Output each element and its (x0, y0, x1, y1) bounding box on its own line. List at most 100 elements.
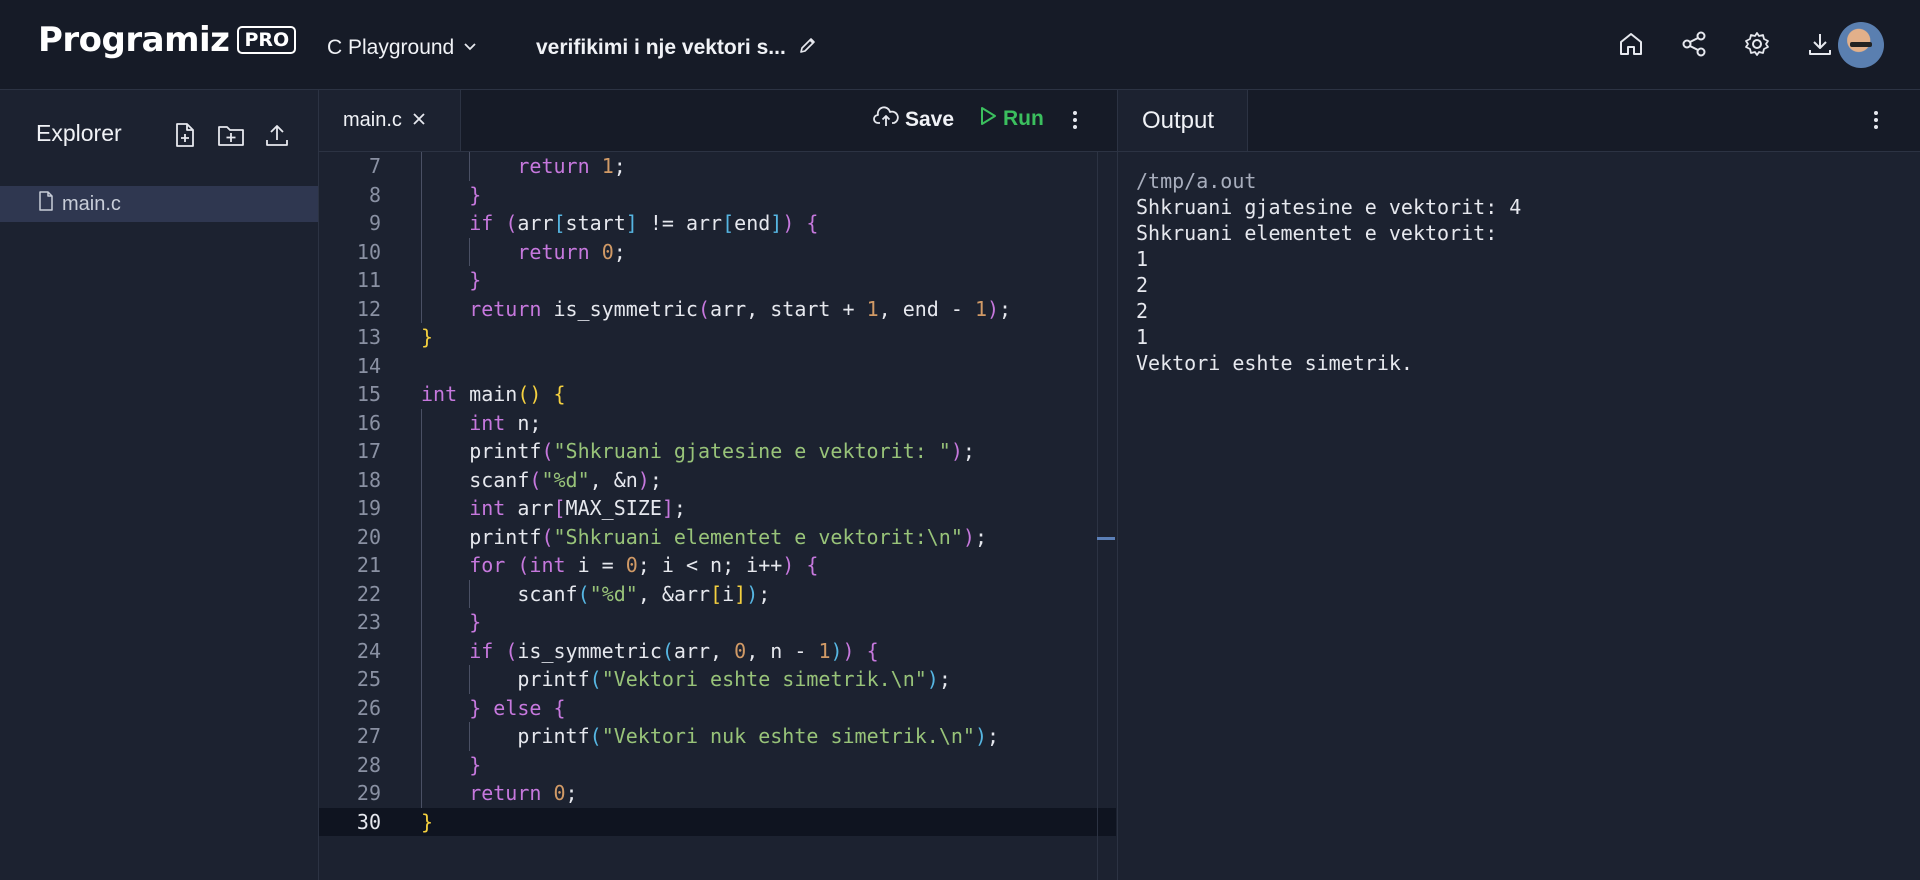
editor-more-menu-icon[interactable] (1071, 108, 1079, 137)
indent-guide (469, 665, 471, 694)
code-editor-panel: main.c Save Run 7 return 1; 8} 9 if (arr[sta… (319, 90, 1118, 880)
line-number: 9 (368, 211, 381, 235)
code-text: printf("Shkruani elementet e vektorit:\n… (469, 524, 987, 549)
line-number: 7 (368, 154, 381, 178)
indent-guide (421, 722, 422, 751)
close-icon[interactable] (412, 109, 426, 132)
download-icon[interactable] (1803, 24, 1836, 64)
tab-output[interactable]: Output (1118, 90, 1248, 151)
code-line[interactable]: 9 if (arr[start] != arr[end]) { (319, 209, 1116, 238)
code-text: } (469, 610, 482, 634)
output-more-menu-icon[interactable] (1872, 108, 1880, 137)
code-text: return 1; (517, 154, 626, 178)
indent-guide (469, 579, 471, 608)
code-text: scanf("%d", &n); (469, 467, 662, 492)
code-line[interactable]: 8} (319, 180, 1116, 209)
code-line[interactable]: 13} (319, 323, 1116, 352)
line-number: 11 (356, 268, 381, 292)
code-line[interactable]: 25 printf("Vektori eshte simetrik.\n"); (319, 665, 1116, 694)
playground-label: C Playground (327, 36, 455, 59)
line-number: 29 (356, 781, 381, 805)
code-line[interactable]: 17 printf("Shkruani gjatesine e vektorit:… (319, 437, 1116, 466)
code-text: scanf("%d", &arr[i]); (517, 581, 771, 606)
new-folder-icon[interactable] (216, 120, 246, 150)
indent-guide (421, 209, 422, 238)
upload-icon[interactable] (262, 120, 292, 150)
code-line[interactable]: 15 int main() { (319, 380, 1116, 409)
code-line[interactable]: 22 scanf("%d", &arr[i]); (319, 579, 1116, 608)
output-tab-bar: Output (1118, 90, 1920, 152)
editor-scrollbar[interactable] (1097, 152, 1098, 880)
cloud-upload-icon (873, 106, 899, 134)
home-icon[interactable] (1614, 24, 1647, 64)
line-number: 16 (356, 410, 381, 435)
code-line[interactable]: 29 return 0; (319, 779, 1116, 808)
code-text: if (is_symmetric(arr, 0, n - 1)) { (469, 638, 879, 663)
line-number: 14 (356, 353, 381, 378)
save-button[interactable]: Save (873, 106, 954, 134)
indent-guide (421, 294, 422, 323)
code-line[interactable]: 14 (319, 352, 1116, 381)
code-line[interactable]: 18 scanf("%d", &n); (319, 465, 1116, 494)
indent-guide (469, 152, 471, 181)
code-line[interactable]: 26} else { (319, 693, 1116, 722)
project-title[interactable]: verifikimi i nje vektori s... (536, 30, 818, 66)
new-file-icon[interactable] (170, 120, 200, 150)
output-line: Vektori eshte simetrik. (1136, 351, 1413, 375)
programiz-logo[interactable]: Programiz PRO (38, 16, 297, 64)
line-number: 23 (356, 610, 381, 634)
share-icon[interactable] (1677, 24, 1710, 64)
output-console[interactable]: /tmp/a.out Shkruani gjatesine e vektorit:… (1136, 168, 1521, 376)
line-number: 19 (356, 496, 381, 520)
line-number: 30 (356, 809, 381, 834)
file-icon (38, 191, 54, 217)
code-text: } (469, 752, 482, 777)
code-line[interactable]: 20 printf("Shkruani elementet e vektorit:… (319, 522, 1116, 551)
code-line[interactable]: 12 return is_symmetric(arr, start + 1, en… (319, 294, 1116, 323)
code-line[interactable]: 24 if (is_symmetric(arr, 0, n - 1)) { (319, 636, 1116, 665)
tab-label: main.c (343, 109, 402, 131)
code-line[interactable]: 27 printf("Vektori nuk eshte simetrik.\n"… (319, 722, 1116, 751)
code-line[interactable]: 23} (319, 608, 1116, 637)
indent-guide (421, 408, 422, 437)
file-item-main-c[interactable]: main.c (0, 186, 318, 222)
line-number: 26 (356, 695, 381, 720)
explorer-panel: Explorer main.c (0, 90, 319, 880)
edit-pencil-icon[interactable] (798, 35, 818, 61)
code-line[interactable]: 10 return 0; (319, 237, 1116, 266)
line-number: 22 (356, 581, 381, 606)
indent-guide (469, 722, 471, 751)
indent-guide (421, 750, 422, 779)
output-line: Shkruani gjatesine e vektorit: 4 (1136, 195, 1522, 219)
code-area[interactable]: 7 return 1; 8} 9 if (arr[start] != arr[end])… (319, 152, 1116, 880)
code-text: return is_symmetric(arr, start + 1, end … (469, 296, 1012, 321)
code-text: } (469, 182, 482, 207)
line-number: 20 (356, 524, 381, 549)
line-number: 18 (356, 467, 381, 492)
code-line[interactable]: 16 int n; (319, 408, 1116, 437)
code-line[interactable]: 11} (319, 266, 1116, 295)
file-name: main.c (62, 192, 121, 215)
playground-selector[interactable]: C Playground (327, 30, 478, 66)
indent-guide (421, 152, 422, 181)
code-text: printf("Shkruani gjatesine e vektorit: "… (469, 439, 975, 463)
line-number: 27 (356, 724, 381, 748)
code-line[interactable]: 7 return 1; (319, 152, 1116, 181)
settings-icon[interactable] (1740, 24, 1773, 64)
user-avatar[interactable] (1838, 22, 1884, 68)
tab-main-c[interactable]: main.c (319, 90, 461, 151)
run-button[interactable]: Run (979, 106, 1044, 132)
code-line[interactable]: 19 int arr[MAX_SIZE]; (319, 494, 1116, 523)
code-line[interactable]: 28} (319, 750, 1116, 779)
indent-guide (421, 693, 422, 722)
output-line: 2 (1136, 273, 1149, 297)
line-number: 17 (356, 439, 381, 463)
code-line[interactable]: 21 for (int i = 0; i < n; i++) { (319, 551, 1116, 580)
indent-guide (469, 237, 471, 266)
editor-tab-bar: main.c Save Run (319, 90, 1117, 152)
chevron-down-icon (462, 36, 478, 60)
code-line[interactable]: 30} (319, 807, 1116, 836)
run-label: Run (1003, 107, 1044, 130)
project-title-text: verifikimi i nje vektori s... (536, 36, 786, 59)
line-number: 24 (356, 638, 381, 663)
